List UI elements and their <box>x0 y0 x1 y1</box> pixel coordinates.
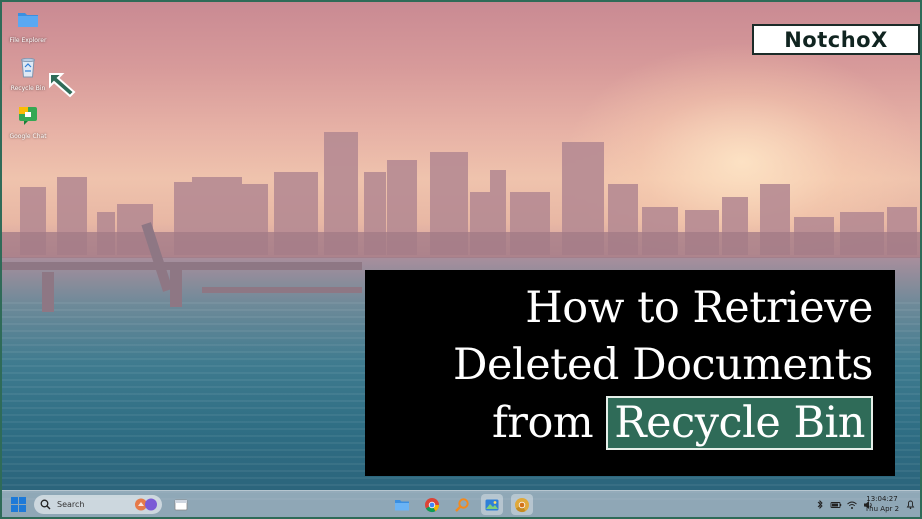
brand-logo-text: NotchoX <box>784 27 888 52</box>
headline-line-3: from Recycle Bin <box>375 394 873 452</box>
file-explorer-icon <box>395 499 409 510</box>
recycle-bin-icon <box>21 58 35 78</box>
task-view-icon <box>174 499 188 510</box>
google-chat-icon <box>19 107 37 125</box>
taskbar-search-app-button[interactable] <box>451 494 473 515</box>
chrome-icon <box>425 497 440 512</box>
search-label: Search <box>57 500 85 509</box>
desktop-screen: File Explorer Recycle Bin Google Chat No… <box>0 0 922 519</box>
bluetooth-icon[interactable] <box>814 499 826 511</box>
taskbar: Search 13:04:27 Thu Apr 2 <box>2 490 920 517</box>
headline-line-2: Deleted Documents <box>453 340 873 390</box>
headline-highlight: Recycle Bin <box>606 396 873 450</box>
windows-start-icon[interactable] <box>11 497 26 512</box>
search-app-icon <box>455 497 469 512</box>
pointer-arrow-icon <box>49 73 76 98</box>
brand-logo: NotchoX <box>752 24 920 55</box>
taskbar-chrome-button[interactable] <box>421 494 443 515</box>
task-view-button[interactable] <box>170 494 192 515</box>
search-icon <box>40 499 51 510</box>
folder-icon <box>18 13 38 27</box>
battery-icon[interactable] <box>830 499 842 511</box>
desktop-icon-file-explorer[interactable]: File Explorer <box>6 8 50 44</box>
headline-line-3-prefix: from <box>491 398 594 448</box>
notification-bell-icon[interactable] <box>905 499 916 510</box>
taskbar-photos-button[interactable] <box>481 494 503 515</box>
desktop-icon-google-chat[interactable]: Google Chat <box>6 104 50 140</box>
desktop-icon-label: File Explorer <box>9 37 47 44</box>
desktop-icon-label: Recycle Bin <box>10 85 46 92</box>
search-highlight-icon <box>135 498 157 511</box>
headline-line-1: How to Retrieve <box>525 283 873 333</box>
clock-date: Thu Apr 2 <box>864 505 900 513</box>
taskbar-clock[interactable]: 13:04:27 Thu Apr 2 <box>864 494 900 514</box>
chrome-canary-icon <box>515 497 529 512</box>
wifi-icon[interactable] <box>846 499 858 511</box>
taskbar-file-explorer-button[interactable] <box>391 494 413 515</box>
taskbar-search-box[interactable]: Search <box>34 495 162 514</box>
desktop-icon-recycle-bin[interactable]: Recycle Bin <box>6 56 50 92</box>
clock-time: 13:04:27 <box>866 495 898 503</box>
taskbar-chrome-canary-button[interactable] <box>511 494 533 515</box>
desktop-icon-label: Google Chat <box>9 133 47 140</box>
photos-icon <box>485 499 499 510</box>
headline-card: How to Retrieve Deleted Documents from R… <box>365 270 895 476</box>
